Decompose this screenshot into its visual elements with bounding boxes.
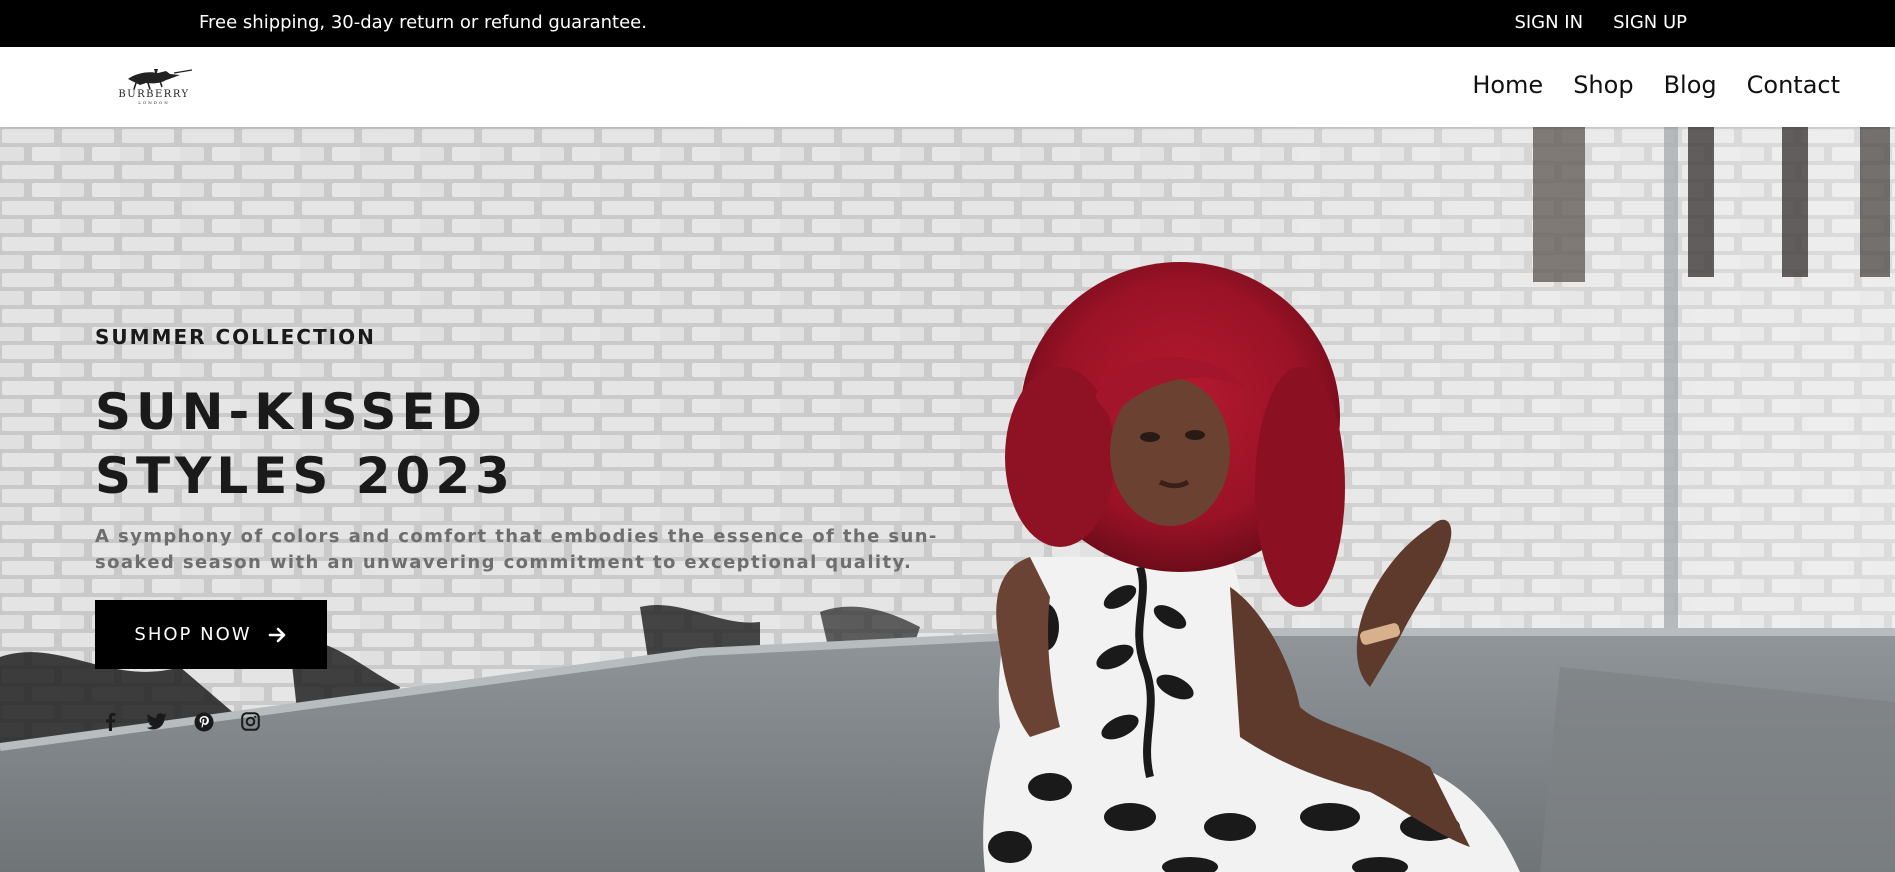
announcement-message: Free shipping, 30-day return or refund g…: [199, 12, 647, 33]
logo-subtext: LONDON: [138, 100, 169, 105]
brand-logo[interactable]: BURBERRY LONDON: [96, 67, 212, 105]
announcement-bar: Free shipping, 30-day return or refund g…: [0, 0, 1895, 47]
hero-title-line-1: SUN-KISSED: [95, 383, 487, 441]
hero-title: SUN-KISSED STYLES 2023: [95, 380, 515, 508]
shop-now-button[interactable]: SHOP NOW: [95, 600, 327, 669]
arrow-right-icon: [268, 627, 285, 642]
social-links: [99, 711, 261, 732]
sign-up-link[interactable]: SIGN UP: [1613, 12, 1687, 33]
main-nav: Home Shop Blog Contact: [1472, 71, 1840, 99]
sign-in-link[interactable]: SIGN IN: [1514, 12, 1583, 33]
hero-subtitle: A symphony of colors and comfort that em…: [95, 526, 938, 573]
pinterest-icon[interactable]: [193, 711, 214, 732]
hero-eyebrow: SUMMER COLLECTION: [95, 325, 376, 349]
nav-contact[interactable]: Contact: [1747, 71, 1840, 99]
instagram-icon[interactable]: [240, 711, 261, 732]
hero-banner: SUMMER COLLECTION SUN-KISSED STYLES 2023…: [0, 127, 1895, 872]
site-header: BURBERRY LONDON Home Shop Blog Contact: [0, 47, 1895, 127]
auth-links: SIGN IN SIGN UP: [1514, 12, 1687, 33]
nav-home[interactable]: Home: [1472, 71, 1543, 99]
nav-shop[interactable]: Shop: [1573, 71, 1633, 99]
shop-now-label: SHOP NOW: [134, 624, 252, 645]
hero-title-line-2: STYLES 2023: [95, 447, 515, 505]
horse-knight-logo-icon: BURBERRY LONDON: [118, 69, 193, 105]
logo-wordmark: BURBERRY: [118, 89, 189, 100]
nav-blog[interactable]: Blog: [1664, 71, 1717, 99]
facebook-icon[interactable]: [99, 711, 120, 732]
twitter-icon[interactable]: [146, 711, 167, 732]
